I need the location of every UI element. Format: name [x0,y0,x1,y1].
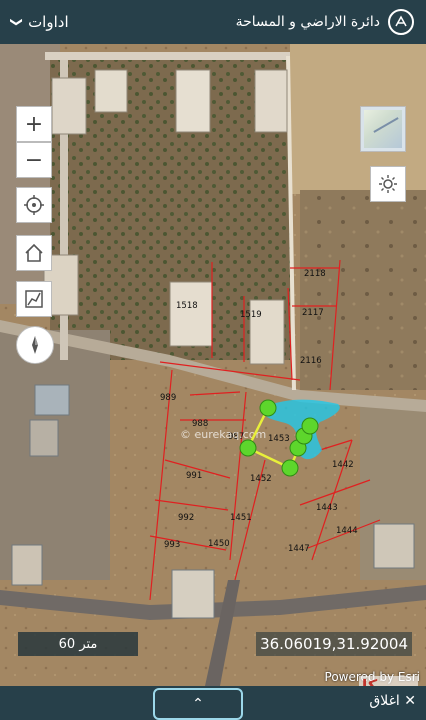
zoom-out-button[interactable]: − [16,142,52,178]
parcel-label: 1450 [208,539,230,549]
compass-icon [32,336,38,354]
home-button[interactable] [16,235,52,271]
chevron-up-icon: ⌃ [192,696,204,712]
brand: دائرة الاراضي و المساحة [236,9,414,35]
parcel-label: 1442 [332,460,354,470]
close-label: اغلاق [369,693,400,709]
parcel-label: 1443 [316,503,338,513]
parcel-label: 991 [186,471,202,481]
sun-icon [379,175,397,193]
parcel-label: 992 [178,513,194,523]
map-view[interactable]: 2118 2117 2116 1518 1519 989 988 987 145… [0,44,426,686]
parcel-label: 993 [164,540,180,550]
parcel-label: 989 [160,393,176,403]
parcel-label: 2116 [300,356,322,366]
measure-button[interactable] [16,281,52,317]
scale-bar: 60 متر [18,632,138,656]
tools-label: اداوات [28,13,69,31]
zoom-in-button[interactable]: + [16,106,52,142]
parcel-label: 1451 [230,513,252,523]
header: ❯ اداوات دائرة الاراضي و المساحة [0,0,426,44]
tools-menu[interactable]: ❯ اداوات [10,13,69,31]
compass-button[interactable] [16,326,54,364]
basemap-toggle[interactable] [360,106,406,152]
coordinates-readout: 36.06019,31.92004 [256,632,412,656]
chevron-down-icon: ❯ [10,16,25,28]
parcel-label: 1519 [240,310,262,320]
parcel-label: 2117 [302,308,324,318]
brightness-button[interactable] [370,166,406,202]
measure-area-icon [25,290,43,308]
selection-point[interactable] [259,399,277,417]
close-icon: ✕ [404,693,416,709]
locate-button[interactable] [16,187,52,223]
parcel-label: 1453 [268,434,290,444]
parcel-label: 1452 [250,474,272,484]
crosshair-icon [24,195,44,215]
selection-point[interactable] [281,459,299,477]
home-icon [25,243,43,262]
selection-point[interactable] [301,417,319,435]
basemap-thumbnail-icon [364,110,402,148]
selection-point[interactable] [239,439,257,457]
parcel-label: 2118 [304,269,326,279]
close-button[interactable]: اغلاق ✕ [369,693,416,709]
app-title: دائرة الاراضي و المساحة [235,14,380,30]
expand-panel-button[interactable]: ⌃ [153,688,243,720]
parcel-label: 1447 [288,544,310,554]
dls-logo-icon [388,9,414,35]
parcel-label: 1518 [176,301,198,311]
parcel-label: 1444 [336,526,358,536]
